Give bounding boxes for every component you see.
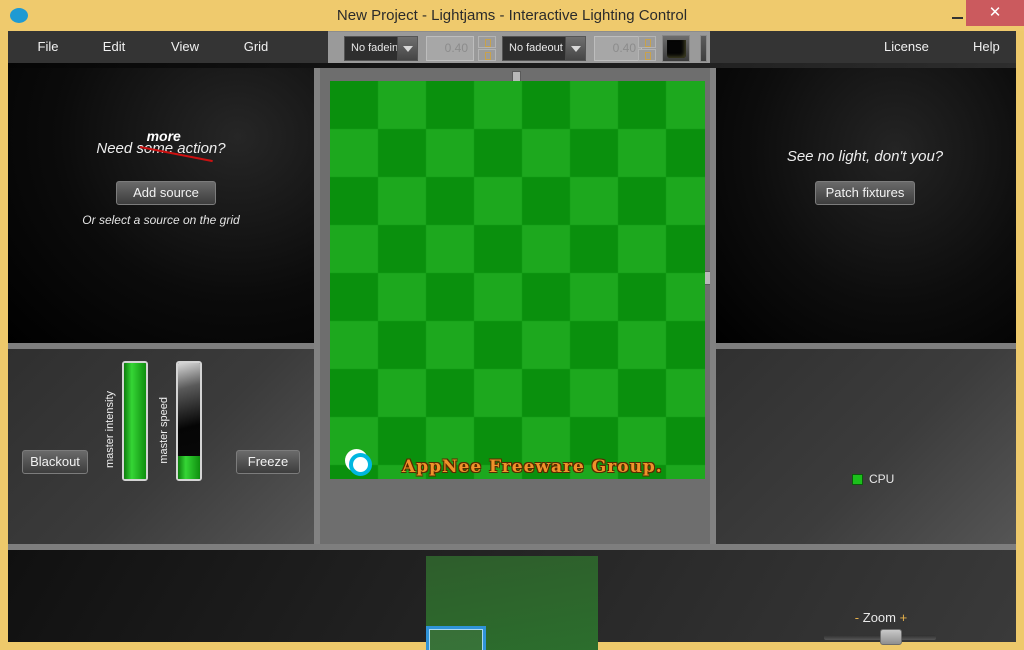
fadeout-time-stepper[interactable] <box>638 36 656 61</box>
main-body: Need some action? more Add source Or sel… <box>8 63 1016 650</box>
cpu-label: CPU <box>869 472 895 486</box>
menu-bar: File Edit View Grid <box>8 31 320 63</box>
grid-panel: AppNee Freeware Group. <box>320 68 711 544</box>
help-link[interactable]: Help <box>973 31 1000 63</box>
splitter-left-vertical[interactable] <box>314 68 320 544</box>
toolbar-grip[interactable] <box>700 35 707 62</box>
splitter-left-horizontal[interactable] <box>8 343 314 349</box>
status-panel: CPU <box>714 349 1016 544</box>
master-intensity-fader[interactable] <box>122 361 148 481</box>
watermark-text: AppNee Freeware Group. <box>402 457 663 477</box>
toolbar-right: License Help <box>710 31 1016 63</box>
prompt-prefix: Need <box>96 140 137 157</box>
zoom-control: - Zoom + <box>816 610 946 650</box>
stepper-up-icon[interactable] <box>638 36 656 48</box>
fixtures-panel: See no light, don't you? Patch fixtures <box>714 68 1016 343</box>
title-bar: New Project - Lightjams - Interactive Li… <box>0 0 1024 31</box>
navigator-minimap[interactable] <box>426 556 598 650</box>
master-speed-fader[interactable] <box>176 361 202 481</box>
toolbar: File Edit View Grid No fadein 0.40 No fa… <box>8 31 1016 63</box>
master-controls-panel: master intensity master speed Blackout F… <box>8 349 314 544</box>
zoom-in-icon[interactable]: + <box>900 610 908 625</box>
close-button[interactable]: ✕ <box>966 0 1024 26</box>
stepper-up-icon[interactable] <box>478 36 496 48</box>
source-panel: Need some action? more Add source Or sel… <box>8 68 314 343</box>
need-action-block: Need some action? more <box>8 128 314 163</box>
chevron-down-icon[interactable] <box>565 37 585 60</box>
fadein-time-stepper[interactable] <box>478 36 496 61</box>
menu-item-edit[interactable]: Edit <box>90 31 138 63</box>
splitter-right-vertical[interactable] <box>710 68 716 544</box>
patch-fixtures-button[interactable]: Patch fixtures <box>815 181 915 205</box>
fadeout-dropdown[interactable]: No fadeout <box>502 36 586 61</box>
navigator-viewport-rect[interactable] <box>426 626 486 650</box>
app-window: New Project - Lightjams - Interactive Li… <box>0 0 1024 650</box>
cpu-led-icon <box>852 474 863 485</box>
color-swatch-icon <box>667 40 686 58</box>
color-swatch-button[interactable] <box>662 35 690 62</box>
fadeout-value: No fadeout <box>509 42 563 54</box>
stepper-down-icon[interactable] <box>638 49 656 61</box>
minimize-icon <box>952 17 963 19</box>
chevron-down-icon[interactable] <box>397 37 417 60</box>
fadeout-time-input[interactable]: 0.40 <box>594 36 642 61</box>
window-title: New Project - Lightjams - Interactive Li… <box>336 7 688 24</box>
master-intensity-label: master intensity <box>104 391 116 469</box>
menu-item-grid[interactable]: Grid <box>232 31 280 63</box>
grid-panel-footer <box>320 479 710 544</box>
license-link[interactable]: License <box>884 31 929 63</box>
master-intensity-fill <box>124 363 146 479</box>
grid-checkerboard[interactable] <box>330 81 705 479</box>
menu-item-view[interactable]: View <box>161 31 209 63</box>
add-source-button[interactable]: Add source <box>116 181 216 205</box>
grid-viewport[interactable]: AppNee Freeware Group. <box>330 81 705 479</box>
fade-toolbar: No fadein 0.40 No fadeout 0.40 <box>328 31 710 63</box>
master-speed-fill <box>178 455 200 479</box>
splitter-right-horizontal[interactable] <box>714 343 1016 349</box>
need-action-text: Need some action? more <box>96 128 226 163</box>
menu-item-file[interactable]: File <box>24 31 72 63</box>
zoom-slider-thumb[interactable] <box>879 629 902 645</box>
blackout-button[interactable]: Blackout <box>22 450 88 474</box>
fadein-time-input[interactable]: 0.40 <box>426 36 474 61</box>
master-speed-label: master speed <box>158 397 170 464</box>
fadein-dropdown[interactable]: No fadein <box>344 36 418 61</box>
freeze-button[interactable]: Freeze <box>236 450 300 474</box>
zoom-label-text: Zoom <box>859 610 900 625</box>
prompt-overwrite: more <box>146 128 181 144</box>
stepper-down-icon[interactable] <box>478 49 496 61</box>
select-source-hint: Or select a source on the grid <box>82 213 240 227</box>
no-light-text: See no light, don't you? <box>786 148 944 165</box>
fadein-value: No fadein <box>351 42 399 54</box>
navigator-area: - Zoom + <box>8 550 1016 650</box>
zoom-label: - Zoom + <box>816 610 946 625</box>
light-source-ring-icon[interactable] <box>345 449 372 476</box>
